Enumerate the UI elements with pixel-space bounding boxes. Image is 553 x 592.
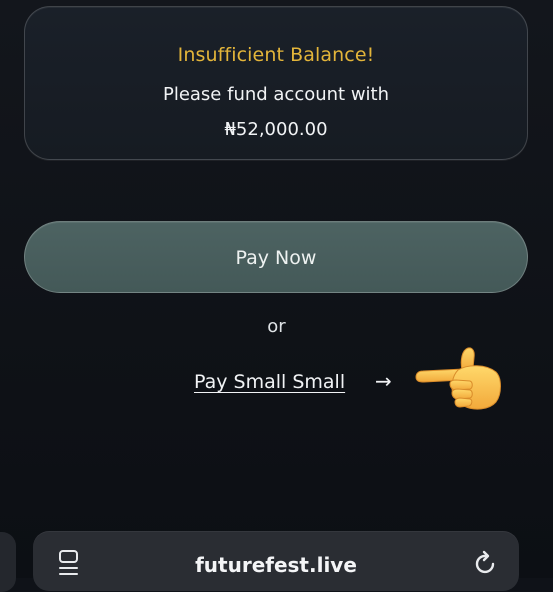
balance-amount: ₦52,000.00 bbox=[224, 119, 328, 140]
or-separator: or bbox=[267, 316, 286, 337]
url-text: futurefest.live bbox=[195, 553, 357, 577]
insufficient-balance-card: Insufficient Balance! Please fund accoun… bbox=[24, 6, 528, 160]
address-bar[interactable]: futurefest.live bbox=[33, 531, 519, 591]
balance-message: Please fund account with bbox=[162, 84, 390, 105]
pay-now-button[interactable]: Pay Now bbox=[24, 221, 528, 293]
payment-screen: Insufficient Balance! Please fund accoun… bbox=[0, 0, 553, 592]
arrow-right-icon: → bbox=[375, 369, 392, 393]
pay-now-label: Pay Now bbox=[235, 247, 317, 269]
balance-title: Insufficient Balance! bbox=[177, 44, 375, 66]
pay-small-small-link[interactable]: Pay Small Small bbox=[194, 371, 345, 393]
previous-tab-edge[interactable] bbox=[0, 532, 16, 592]
reload-icon[interactable] bbox=[473, 549, 499, 579]
pointing-hand-icon bbox=[415, 347, 501, 410]
